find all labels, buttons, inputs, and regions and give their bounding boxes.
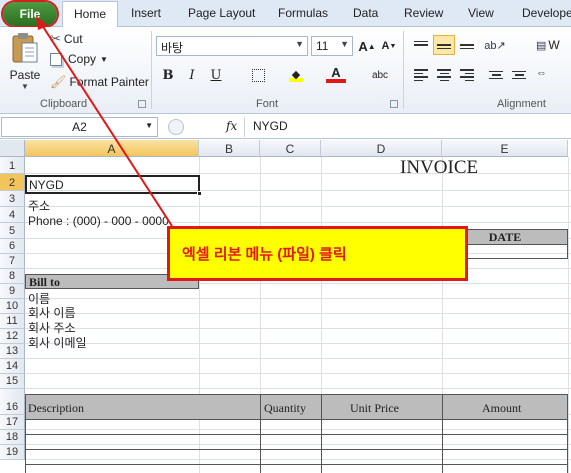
annotation-callout: 엑셀 리본 메뉴 (파일) 클릭 — [167, 226, 468, 281]
annotation-text: 엑셀 리본 메뉴 (파일) 클릭 — [182, 246, 347, 263]
